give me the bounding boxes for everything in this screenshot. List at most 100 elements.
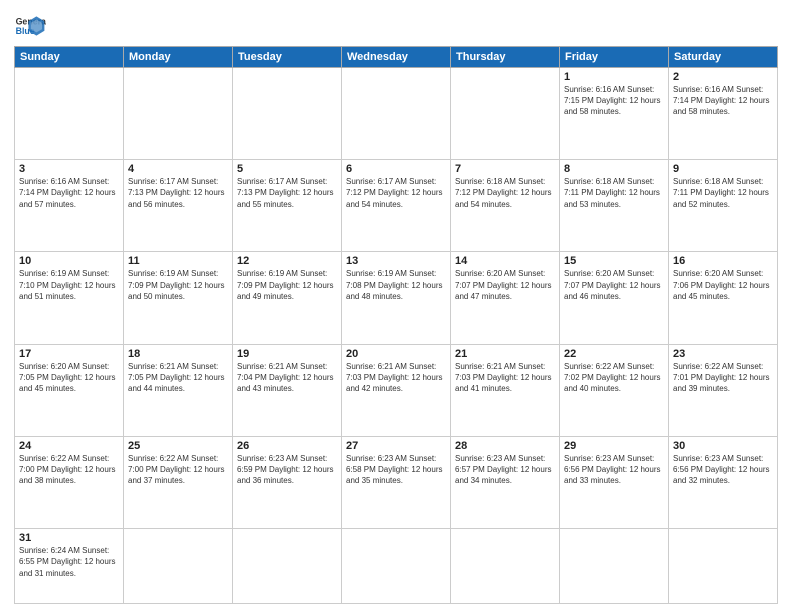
calendar-cell: 24Sunrise: 6:22 AM Sunset: 7:00 PM Dayli…	[15, 436, 124, 528]
day-number: 2	[673, 71, 773, 83]
calendar-cell	[342, 529, 451, 604]
day-info: Sunrise: 6:23 AM Sunset: 6:57 PM Dayligh…	[455, 453, 555, 487]
day-info: Sunrise: 6:20 AM Sunset: 7:07 PM Dayligh…	[455, 268, 555, 302]
calendar-cell	[669, 529, 778, 604]
day-info: Sunrise: 6:21 AM Sunset: 7:03 PM Dayligh…	[455, 361, 555, 395]
day-info: Sunrise: 6:20 AM Sunset: 7:07 PM Dayligh…	[564, 268, 664, 302]
calendar-cell: 5Sunrise: 6:17 AM Sunset: 7:13 PM Daylig…	[233, 160, 342, 252]
calendar-cell: 3Sunrise: 6:16 AM Sunset: 7:14 PM Daylig…	[15, 160, 124, 252]
weekday-header-monday: Monday	[124, 47, 233, 68]
day-number: 30	[673, 440, 773, 452]
day-info: Sunrise: 6:18 AM Sunset: 7:11 PM Dayligh…	[673, 176, 773, 210]
day-info: Sunrise: 6:24 AM Sunset: 6:55 PM Dayligh…	[19, 545, 119, 579]
calendar-cell: 12Sunrise: 6:19 AM Sunset: 7:09 PM Dayli…	[233, 252, 342, 344]
day-number: 11	[128, 255, 228, 267]
day-number: 16	[673, 255, 773, 267]
calendar-cell: 8Sunrise: 6:18 AM Sunset: 7:11 PM Daylig…	[560, 160, 669, 252]
day-number: 6	[346, 163, 446, 175]
day-number: 8	[564, 163, 664, 175]
calendar-cell: 28Sunrise: 6:23 AM Sunset: 6:57 PM Dayli…	[451, 436, 560, 528]
day-number: 10	[19, 255, 119, 267]
calendar-cell: 7Sunrise: 6:18 AM Sunset: 7:12 PM Daylig…	[451, 160, 560, 252]
day-info: Sunrise: 6:16 AM Sunset: 7:15 PM Dayligh…	[564, 84, 664, 118]
calendar-cell: 21Sunrise: 6:21 AM Sunset: 7:03 PM Dayli…	[451, 344, 560, 436]
day-info: Sunrise: 6:18 AM Sunset: 7:12 PM Dayligh…	[455, 176, 555, 210]
day-info: Sunrise: 6:16 AM Sunset: 7:14 PM Dayligh…	[673, 84, 773, 118]
day-info: Sunrise: 6:17 AM Sunset: 7:13 PM Dayligh…	[237, 176, 337, 210]
weekday-header-tuesday: Tuesday	[233, 47, 342, 68]
calendar-cell	[451, 529, 560, 604]
logo-icon: General Blue	[14, 10, 46, 42]
weekday-header-sunday: Sunday	[15, 47, 124, 68]
calendar-cell: 25Sunrise: 6:22 AM Sunset: 7:00 PM Dayli…	[124, 436, 233, 528]
calendar-cell: 29Sunrise: 6:23 AM Sunset: 6:56 PM Dayli…	[560, 436, 669, 528]
calendar-week-1: 1Sunrise: 6:16 AM Sunset: 7:15 PM Daylig…	[15, 68, 778, 160]
day-number: 13	[346, 255, 446, 267]
day-number: 18	[128, 348, 228, 360]
day-number: 14	[455, 255, 555, 267]
calendar-cell	[124, 68, 233, 160]
day-number: 3	[19, 163, 119, 175]
calendar-week-6: 31Sunrise: 6:24 AM Sunset: 6:55 PM Dayli…	[15, 529, 778, 604]
calendar-cell: 16Sunrise: 6:20 AM Sunset: 7:06 PM Dayli…	[669, 252, 778, 344]
day-number: 7	[455, 163, 555, 175]
day-info: Sunrise: 6:19 AM Sunset: 7:10 PM Dayligh…	[19, 268, 119, 302]
calendar-cell: 26Sunrise: 6:23 AM Sunset: 6:59 PM Dayli…	[233, 436, 342, 528]
calendar-cell: 14Sunrise: 6:20 AM Sunset: 7:07 PM Dayli…	[451, 252, 560, 344]
day-number: 22	[564, 348, 664, 360]
calendar-cell	[233, 68, 342, 160]
day-info: Sunrise: 6:20 AM Sunset: 7:05 PM Dayligh…	[19, 361, 119, 395]
day-info: Sunrise: 6:21 AM Sunset: 7:05 PM Dayligh…	[128, 361, 228, 395]
day-info: Sunrise: 6:23 AM Sunset: 6:56 PM Dayligh…	[673, 453, 773, 487]
weekday-header-row: SundayMondayTuesdayWednesdayThursdayFrid…	[15, 47, 778, 68]
calendar-cell	[124, 529, 233, 604]
weekday-header-wednesday: Wednesday	[342, 47, 451, 68]
calendar-cell: 20Sunrise: 6:21 AM Sunset: 7:03 PM Dayli…	[342, 344, 451, 436]
day-info: Sunrise: 6:21 AM Sunset: 7:03 PM Dayligh…	[346, 361, 446, 395]
day-info: Sunrise: 6:22 AM Sunset: 7:00 PM Dayligh…	[19, 453, 119, 487]
calendar-cell: 11Sunrise: 6:19 AM Sunset: 7:09 PM Dayli…	[124, 252, 233, 344]
calendar-cell: 17Sunrise: 6:20 AM Sunset: 7:05 PM Dayli…	[15, 344, 124, 436]
day-info: Sunrise: 6:23 AM Sunset: 6:59 PM Dayligh…	[237, 453, 337, 487]
day-info: Sunrise: 6:21 AM Sunset: 7:04 PM Dayligh…	[237, 361, 337, 395]
calendar-cell: 6Sunrise: 6:17 AM Sunset: 7:12 PM Daylig…	[342, 160, 451, 252]
calendar-cell	[342, 68, 451, 160]
day-number: 12	[237, 255, 337, 267]
calendar-cell: 18Sunrise: 6:21 AM Sunset: 7:05 PM Dayli…	[124, 344, 233, 436]
day-info: Sunrise: 6:19 AM Sunset: 7:08 PM Dayligh…	[346, 268, 446, 302]
calendar-cell: 1Sunrise: 6:16 AM Sunset: 7:15 PM Daylig…	[560, 68, 669, 160]
day-number: 29	[564, 440, 664, 452]
day-info: Sunrise: 6:17 AM Sunset: 7:13 PM Dayligh…	[128, 176, 228, 210]
calendar-week-4: 17Sunrise: 6:20 AM Sunset: 7:05 PM Dayli…	[15, 344, 778, 436]
calendar-cell: 19Sunrise: 6:21 AM Sunset: 7:04 PM Dayli…	[233, 344, 342, 436]
day-info: Sunrise: 6:23 AM Sunset: 6:56 PM Dayligh…	[564, 453, 664, 487]
day-info: Sunrise: 6:22 AM Sunset: 7:01 PM Dayligh…	[673, 361, 773, 395]
day-info: Sunrise: 6:18 AM Sunset: 7:11 PM Dayligh…	[564, 176, 664, 210]
calendar-cell	[451, 68, 560, 160]
day-number: 21	[455, 348, 555, 360]
day-info: Sunrise: 6:22 AM Sunset: 7:00 PM Dayligh…	[128, 453, 228, 487]
page: General Blue SundayMondayTuesdayWednesda…	[0, 0, 792, 612]
day-number: 20	[346, 348, 446, 360]
calendar-cell: 31Sunrise: 6:24 AM Sunset: 6:55 PM Dayli…	[15, 529, 124, 604]
calendar-cell: 10Sunrise: 6:19 AM Sunset: 7:10 PM Dayli…	[15, 252, 124, 344]
header: General Blue	[14, 10, 778, 42]
calendar-cell: 27Sunrise: 6:23 AM Sunset: 6:58 PM Dayli…	[342, 436, 451, 528]
calendar-cell	[233, 529, 342, 604]
day-info: Sunrise: 6:16 AM Sunset: 7:14 PM Dayligh…	[19, 176, 119, 210]
day-number: 17	[19, 348, 119, 360]
day-info: Sunrise: 6:19 AM Sunset: 7:09 PM Dayligh…	[237, 268, 337, 302]
calendar: SundayMondayTuesdayWednesdayThursdayFrid…	[14, 46, 778, 604]
day-number: 26	[237, 440, 337, 452]
calendar-cell: 22Sunrise: 6:22 AM Sunset: 7:02 PM Dayli…	[560, 344, 669, 436]
day-info: Sunrise: 6:22 AM Sunset: 7:02 PM Dayligh…	[564, 361, 664, 395]
day-number: 27	[346, 440, 446, 452]
day-number: 15	[564, 255, 664, 267]
day-number: 25	[128, 440, 228, 452]
day-number: 28	[455, 440, 555, 452]
logo: General Blue	[14, 10, 46, 42]
day-info: Sunrise: 6:17 AM Sunset: 7:12 PM Dayligh…	[346, 176, 446, 210]
calendar-week-3: 10Sunrise: 6:19 AM Sunset: 7:10 PM Dayli…	[15, 252, 778, 344]
day-number: 31	[19, 532, 119, 544]
calendar-cell	[560, 529, 669, 604]
